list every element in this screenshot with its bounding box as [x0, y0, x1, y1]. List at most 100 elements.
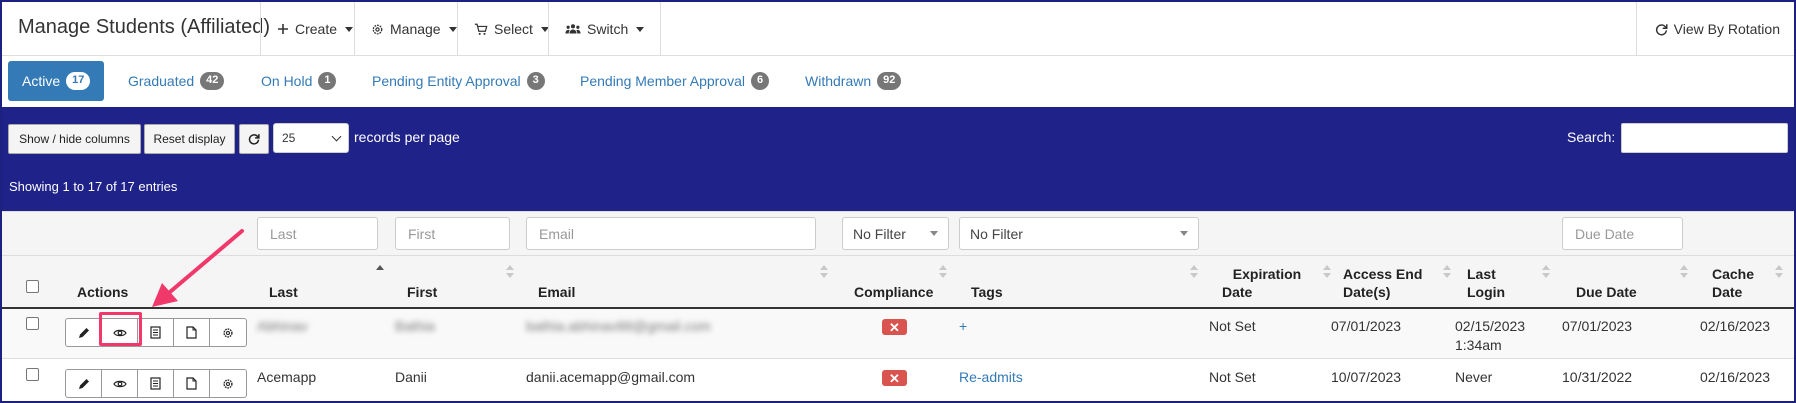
row-checkbox[interactable]: [26, 368, 39, 381]
first-column-header[interactable]: First: [407, 283, 437, 301]
users-icon: [565, 23, 581, 35]
edit-button[interactable]: [66, 370, 102, 397]
show-hide-columns-button[interactable]: Show / hide columns: [8, 124, 141, 154]
pencil-icon: [78, 327, 90, 339]
header-line: Date: [1222, 284, 1253, 300]
cart-icon: [474, 23, 488, 36]
compliance-filter-value: No Filter: [853, 225, 906, 242]
cache-date-cell: 02/16/2023: [1700, 369, 1771, 385]
entries-info: Showing 1 to 17 of 17 entries: [9, 179, 178, 194]
row-actions-group: [65, 318, 247, 347]
table-toolbar: Show / hide columns Reset display 25 rec…: [2, 107, 1794, 211]
switch-menu-button[interactable]: Switch: [548, 2, 662, 56]
last-login-column-header[interactable]: Last Login: [1467, 265, 1505, 301]
tab-on-hold[interactable]: On Hold 1: [261, 61, 337, 101]
notes-button[interactable]: [138, 370, 174, 397]
tab-pending-member-approval[interactable]: Pending Member Approval 6: [580, 61, 770, 101]
due-date-column-header[interactable]: Due Date: [1576, 283, 1637, 301]
email-cell: bathia.abhinav88@gmail.com: [526, 318, 711, 334]
header-bar: Manage Students (Affiliated) Create Mana…: [2, 2, 1794, 56]
tags-column-header[interactable]: Tags: [971, 283, 1003, 301]
gear-icon: [222, 378, 234, 390]
add-tag-link[interactable]: +: [959, 317, 967, 336]
notebook-icon: [150, 377, 161, 390]
per-page-value: 25: [282, 131, 296, 145]
notebook-icon: [150, 326, 161, 339]
edit-button[interactable]: [66, 319, 102, 346]
gear-icon: [371, 23, 384, 36]
count-badge: 17: [66, 72, 91, 90]
expiration-date-column-header[interactable]: Expiration Date: [1222, 265, 1312, 301]
refresh-button[interactable]: [239, 124, 269, 154]
table-row: Abhinav Bathia bathia.abhinav88@gmail.co…: [2, 309, 1794, 359]
email-cell: danii.acemapp@gmail.com: [526, 369, 696, 385]
compliance-filter-select[interactable]: No Filter: [842, 217, 949, 250]
tab-active[interactable]: Active 17: [8, 61, 105, 101]
sort-icon[interactable]: [1443, 265, 1451, 279]
refresh-icon: [248, 133, 260, 145]
search-input[interactable]: [1621, 123, 1788, 153]
reset-display-button[interactable]: Reset display: [144, 124, 235, 154]
sort-icon[interactable]: [1775, 265, 1783, 279]
expiration-date-cell: Not Set: [1209, 318, 1256, 334]
sort-icon[interactable]: [1680, 265, 1688, 279]
sort-icon[interactable]: [939, 265, 947, 279]
last-column-header[interactable]: Last: [269, 283, 298, 301]
notes-button[interactable]: [138, 319, 174, 346]
last-login-time: 1:34am: [1455, 337, 1502, 353]
due-date-filter-input[interactable]: Due Date: [1562, 217, 1683, 250]
last-name-cell: Abhinav: [257, 318, 308, 334]
last-name-cell: Acemapp: [257, 369, 317, 385]
tags-filter-value: No Filter: [970, 225, 1023, 242]
select-menu-label: Select: [494, 21, 533, 37]
students-table: Last First Email No Filter No Filter Due…: [2, 211, 1794, 401]
access-end-dates-column-header[interactable]: Access End Date(s): [1343, 265, 1422, 301]
select-all-checkbox[interactable]: [26, 280, 39, 293]
sort-icon[interactable]: [506, 265, 514, 279]
tags-filter-select[interactable]: No Filter: [959, 217, 1199, 250]
first-name-cell: Danii: [395, 369, 427, 385]
eye-icon: [112, 379, 127, 389]
cache-date-column-header[interactable]: Cache Date: [1712, 265, 1754, 301]
tab-label: Pending Entity Approval: [372, 73, 521, 89]
due-date-cell: 10/31/2022: [1562, 369, 1633, 385]
sort-icon[interactable]: [1190, 265, 1198, 279]
access-end-date-cell: 07/01/2023: [1331, 318, 1402, 334]
records-per-page-select[interactable]: 25: [273, 123, 349, 153]
expiration-date-cell: Not Set: [1209, 369, 1256, 385]
tag-link[interactable]: Re-admits: [959, 368, 1023, 387]
view-button[interactable]: [102, 370, 138, 397]
manage-menu-label: Manage: [390, 21, 441, 37]
settings-button[interactable]: [210, 370, 246, 397]
compliance-column-header[interactable]: Compliance: [854, 283, 933, 301]
view-by-rotation-label: View By Rotation: [1673, 21, 1780, 37]
email-filter-input[interactable]: Email: [526, 217, 816, 250]
refresh-icon: [1655, 23, 1668, 36]
sort-icon[interactable]: [1323, 265, 1331, 279]
cache-date-cell: 02/16/2023: [1700, 318, 1771, 334]
sort-ascending-icon[interactable]: [376, 265, 384, 279]
last-filter-input[interactable]: Last: [257, 217, 378, 250]
header-line: Cache: [1712, 266, 1755, 282]
create-menu-button[interactable]: Create: [260, 2, 369, 56]
view-by-rotation-button[interactable]: View By Rotation: [1635, 2, 1794, 56]
last-login-cell: 02/15/2023 1:34am: [1455, 317, 1525, 355]
tab-pending-entity-approval[interactable]: Pending Entity Approval 3: [372, 61, 545, 101]
header-line: Access End: [1343, 266, 1423, 282]
pencil-icon: [78, 378, 90, 390]
manage-menu-button[interactable]: Manage: [354, 2, 473, 56]
document-button[interactable]: [174, 319, 210, 346]
tab-withdrawn[interactable]: Withdrawn 92: [805, 61, 902, 101]
document-button[interactable]: [174, 370, 210, 397]
tab-label: Active: [22, 73, 61, 89]
first-filter-input[interactable]: First: [395, 217, 510, 250]
tab-graduated[interactable]: Graduated 42: [128, 61, 225, 101]
email-column-header[interactable]: Email: [538, 283, 575, 301]
row-checkbox[interactable]: [26, 317, 39, 330]
header-line: Last: [1467, 266, 1496, 282]
sort-icon[interactable]: [820, 265, 828, 279]
chevron-down-icon: [331, 131, 342, 142]
settings-button[interactable]: [210, 319, 246, 346]
sort-icon[interactable]: [1542, 265, 1550, 279]
last-login-cell: Never: [1455, 369, 1493, 385]
